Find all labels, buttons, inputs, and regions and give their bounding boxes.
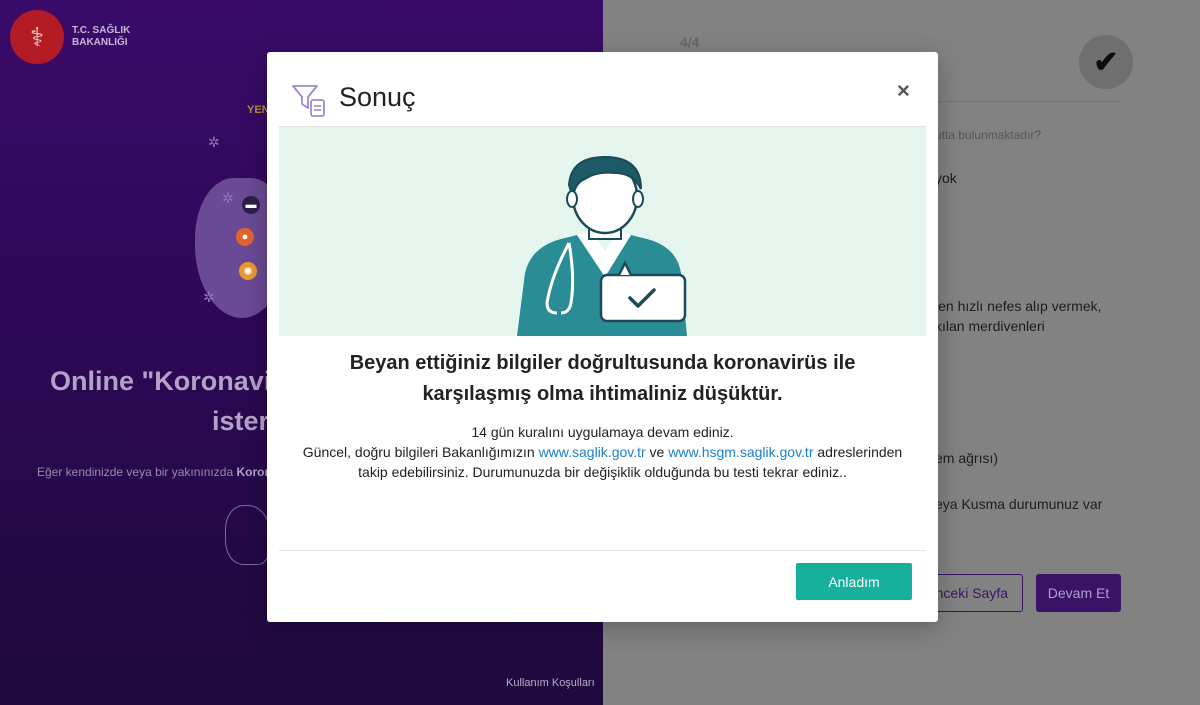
- body-line2-mid: ve: [645, 444, 669, 460]
- ministry-logo[interactable]: ⚕ T.C. SAĞLIK BAKANLIĞI: [10, 10, 130, 64]
- hsgm-link[interactable]: www.hsgm.saglik.gov.tr: [668, 444, 813, 460]
- modal-header: Sonuç ×: [267, 52, 938, 126]
- check-icon: ✔: [1079, 35, 1133, 89]
- result-illustration: [279, 127, 926, 336]
- person-sketch-icon: [225, 505, 271, 565]
- left-title-line2: ister: [212, 406, 270, 436]
- footer-divider: [279, 550, 926, 551]
- body-line3: takip edebilirsiniz. Durumunuzda bir değ…: [358, 464, 847, 480]
- step-indicator: 4/4: [680, 34, 700, 50]
- logo-text: T.C. SAĞLIK BAKANLIĞI: [72, 25, 130, 49]
- body-line2-suffix: adreslerinden: [813, 444, 903, 460]
- virus-icon: ✲: [222, 190, 234, 206]
- result-body: 14 gün kuralını uygulamaya devam ediniz.…: [267, 422, 938, 482]
- virus-orange-icon: ✺: [239, 262, 257, 280]
- left-title-line1: Online "Koronavi: [50, 366, 272, 396]
- continue-button[interactable]: Devam Et: [1036, 574, 1121, 612]
- logo-line1: T.C. SAĞLIK: [72, 25, 131, 36]
- modal-title: Sonuç: [339, 82, 416, 112]
- doctor-illustration: [517, 155, 687, 336]
- question-text: len hızlı nefes alıp vermek, kılan merdi…: [935, 296, 1102, 336]
- answer-option[interactable]: yok: [935, 170, 957, 186]
- terms-link[interactable]: Kullanım Koşulları: [506, 677, 595, 689]
- filter-document-icon: [292, 85, 325, 117]
- virus-icon: ✲: [203, 289, 215, 305]
- left-desc-text: Eğer kendinizde veya bir yakınınızda: [37, 465, 237, 479]
- question-text: eya Kusma durumunuz var: [935, 496, 1103, 512]
- question-text: utta bulunmaktadır?: [935, 128, 1042, 142]
- result-heading: Beyan ettiğiniz bilgiler doğrultusunda k…: [267, 348, 938, 410]
- body-line1: 14 gün kuralını uygulamaya devam ediniz.: [471, 424, 734, 440]
- close-icon[interactable]: ×: [897, 78, 910, 104]
- pill-icon: ▬: [242, 196, 260, 214]
- result-heading-line1: Beyan ettiğiniz bilgiler doğrultusunda k…: [349, 352, 856, 374]
- saglik-link[interactable]: www.saglik.gov.tr: [539, 444, 646, 460]
- question-line: kılan merdivenleri: [935, 318, 1045, 334]
- question-text: em ağrısı): [935, 450, 999, 466]
- left-description: Eğer kendinizde veya bir yakınınızda Kor…: [37, 465, 272, 479]
- bacteria-icon: ●: [236, 228, 254, 246]
- result-modal: Sonuç × Beyan ettiğiniz bilgiler doğrult…: [267, 52, 938, 622]
- body-line2-prefix: Güncel, doğru bilgileri Bakanlığımızın: [302, 444, 539, 460]
- question-line: len hızlı nefes alıp vermek,: [935, 298, 1102, 314]
- ministry-emblem-icon: ⚕: [10, 10, 64, 64]
- understood-button[interactable]: Anladım: [796, 563, 912, 600]
- body-line2: Güncel, doğru bilgileri Bakanlığımızın w…: [267, 442, 938, 462]
- result-heading-line2: karşılaşmış olma ihtimaliniz düşüktür.: [422, 383, 783, 405]
- logo-line2: BAKANLIĞI: [72, 37, 128, 48]
- virus-icon: ✲: [208, 134, 220, 150]
